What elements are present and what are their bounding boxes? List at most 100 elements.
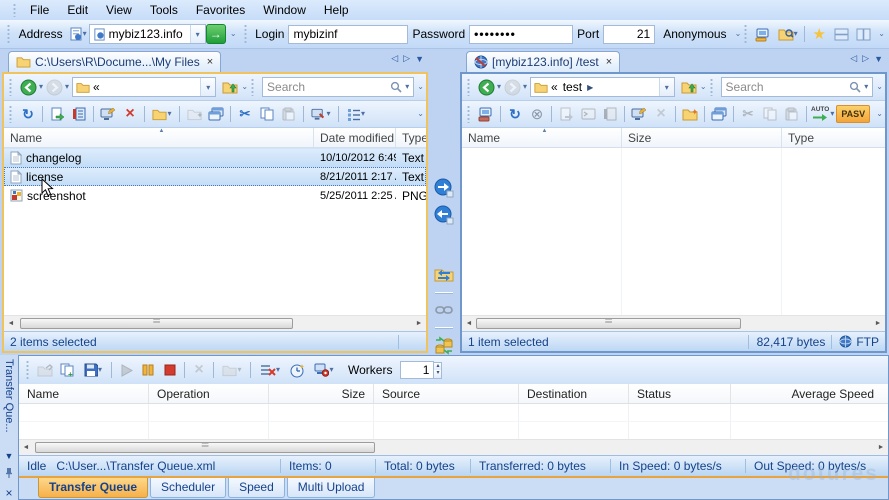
- login-field[interactable]: [288, 25, 408, 44]
- menu-view[interactable]: View: [97, 2, 141, 18]
- copy-queue-button[interactable]: +: [57, 360, 77, 380]
- split-vertical-button[interactable]: [853, 24, 873, 44]
- column-name[interactable]: ▲ Name: [4, 128, 314, 147]
- toolbar-gripper[interactable]: [26, 360, 31, 380]
- caret-down-icon[interactable]: ▾: [405, 83, 409, 91]
- new-folder-button[interactable]: ✦: [184, 104, 204, 124]
- menu-help[interactable]: Help: [315, 2, 358, 18]
- overflow-icon[interactable]: ⌄: [417, 110, 424, 118]
- sync-browsing-button[interactable]: [434, 265, 454, 285]
- up-directory-button[interactable]: [220, 77, 240, 97]
- scrollbar-thumb[interactable]: [476, 318, 741, 329]
- workers-settings-button[interactable]: ▾: [309, 360, 339, 380]
- panel-menu-icon[interactable]: ▼: [5, 451, 14, 461]
- overflow-icon[interactable]: ⌄: [417, 83, 424, 91]
- menu-edit[interactable]: Edit: [58, 2, 97, 18]
- quick-connect-button[interactable]: [753, 24, 773, 44]
- file-row[interactable]: changelog 10/10/2012 6:49 PM Text: [4, 148, 426, 167]
- column-name[interactable]: Name: [19, 384, 149, 403]
- menu-tools[interactable]: Tools: [141, 2, 187, 18]
- toolbar-gripper[interactable]: [467, 105, 472, 123]
- toolbar-gripper[interactable]: [251, 78, 256, 96]
- stop-queue-button[interactable]: [160, 360, 180, 380]
- caret-down-icon[interactable]: ▾: [830, 110, 834, 118]
- overflow-icon[interactable]: ⌄: [700, 83, 707, 91]
- toolbar-gripper[interactable]: [467, 78, 472, 96]
- tab-prev-icon[interactable]: ◁: [391, 53, 398, 64]
- file-row[interactable]: screenshot 5/25/2011 2:25 AM PNG: [4, 186, 426, 205]
- site-manager-button[interactable]: ▾: [775, 24, 801, 44]
- column-date-modified[interactable]: Date modified: [314, 128, 396, 147]
- windows-button[interactable]: [206, 104, 226, 124]
- cut-button[interactable]: ✂: [738, 104, 758, 124]
- close-icon[interactable]: ×: [207, 56, 213, 68]
- spinner-down-icon[interactable]: ▾: [434, 370, 441, 378]
- scrollbar-thumb[interactable]: [35, 442, 375, 453]
- tab-scheduler[interactable]: Scheduler: [150, 478, 226, 498]
- properties-button[interactable]: ▾: [308, 104, 334, 124]
- menu-file[interactable]: File: [21, 2, 58, 18]
- forward-button[interactable]: [502, 77, 522, 97]
- queue-horizontal-scrollbar[interactable]: ◄ ►: [19, 439, 888, 455]
- port-field[interactable]: [603, 25, 655, 44]
- clear-list-button[interactable]: ▾: [255, 360, 285, 380]
- add-to-queue-button[interactable]: [600, 104, 620, 124]
- pause-queue-button[interactable]: [138, 360, 158, 380]
- tab-transfer-queue[interactable]: Transfer Queue: [38, 478, 148, 498]
- remote-path-combobox[interactable]: « test ▶ ▾: [530, 77, 675, 97]
- scroll-right-icon[interactable]: ►: [874, 444, 888, 451]
- split-horizontal-button[interactable]: [831, 24, 851, 44]
- close-icon[interactable]: ×: [5, 486, 12, 500]
- caret-down-icon[interactable]: ▾: [190, 25, 205, 43]
- tab-next-icon[interactable]: ▷: [862, 53, 869, 64]
- toolbar-gripper[interactable]: [244, 24, 249, 44]
- scroll-left-icon[interactable]: ◄: [19, 444, 33, 451]
- toolbar-gripper[interactable]: [744, 24, 749, 44]
- add-to-queue-button[interactable]: [69, 104, 89, 124]
- paste-button[interactable]: [279, 104, 299, 124]
- transfer-file-button[interactable]: [47, 104, 67, 124]
- local-search-input[interactable]: Search ▾: [262, 77, 414, 97]
- column-source[interactable]: Source: [374, 384, 519, 403]
- password-field[interactable]: [469, 25, 573, 44]
- toolbar-gripper[interactable]: [13, 3, 18, 17]
- remove-item-button[interactable]: ×: [189, 360, 209, 380]
- column-type[interactable]: Type: [782, 128, 885, 147]
- caret-down-icon[interactable]: ▾: [523, 83, 527, 91]
- overflow-icon[interactable]: ⌄: [876, 110, 883, 118]
- pasv-mode-button[interactable]: PASV: [836, 105, 870, 123]
- column-type[interactable]: Type: [396, 128, 426, 147]
- new-folder-button[interactable]: ✦: [680, 104, 700, 124]
- remote-horizontal-scrollbar[interactable]: ◄ ►: [462, 315, 885, 331]
- start-queue-button[interactable]: [116, 360, 136, 380]
- scroll-right-icon[interactable]: ►: [871, 320, 885, 327]
- menu-window[interactable]: Window: [254, 2, 315, 18]
- fxp-transfer-button[interactable]: [434, 335, 454, 355]
- scroll-left-icon[interactable]: ◄: [462, 320, 476, 327]
- cut-button[interactable]: ✂: [235, 104, 255, 124]
- connect-button[interactable]: [476, 104, 496, 124]
- back-button[interactable]: [18, 77, 38, 97]
- address-type-button[interactable]: ▾: [68, 24, 88, 44]
- caret-down-icon[interactable]: ▾: [39, 83, 43, 91]
- queue-folder-button[interactable]: ▾: [218, 360, 246, 380]
- schedule-button[interactable]: ✦: [287, 360, 307, 380]
- windows-button[interactable]: [709, 104, 729, 124]
- tab-multi-upload[interactable]: Multi Upload: [287, 478, 376, 498]
- copy-button[interactable]: [760, 104, 780, 124]
- overflow-icon[interactable]: ⌄: [876, 83, 883, 91]
- remote-search-input[interactable]: Search ▾: [721, 77, 874, 97]
- toolbar-gripper[interactable]: [7, 24, 12, 44]
- scrollbar-thumb[interactable]: [20, 318, 293, 329]
- local-path-combobox[interactable]: « ▾: [72, 77, 216, 97]
- transfer-right-button[interactable]: [434, 178, 454, 198]
- tab-next-icon[interactable]: ▷: [403, 53, 410, 64]
- transfer-left-button[interactable]: [434, 205, 454, 225]
- address-combobox[interactable]: mybiz123.info ▾: [89, 24, 206, 44]
- connect-go-button[interactable]: →: [206, 24, 226, 44]
- link-panes-button[interactable]: [434, 300, 454, 320]
- workers-spinner[interactable]: 1 ▴ ▾: [400, 361, 442, 379]
- caret-down-icon[interactable]: ▾: [659, 78, 674, 96]
- scroll-right-icon[interactable]: ►: [412, 320, 426, 327]
- caret-down-icon[interactable]: ▾: [200, 78, 215, 96]
